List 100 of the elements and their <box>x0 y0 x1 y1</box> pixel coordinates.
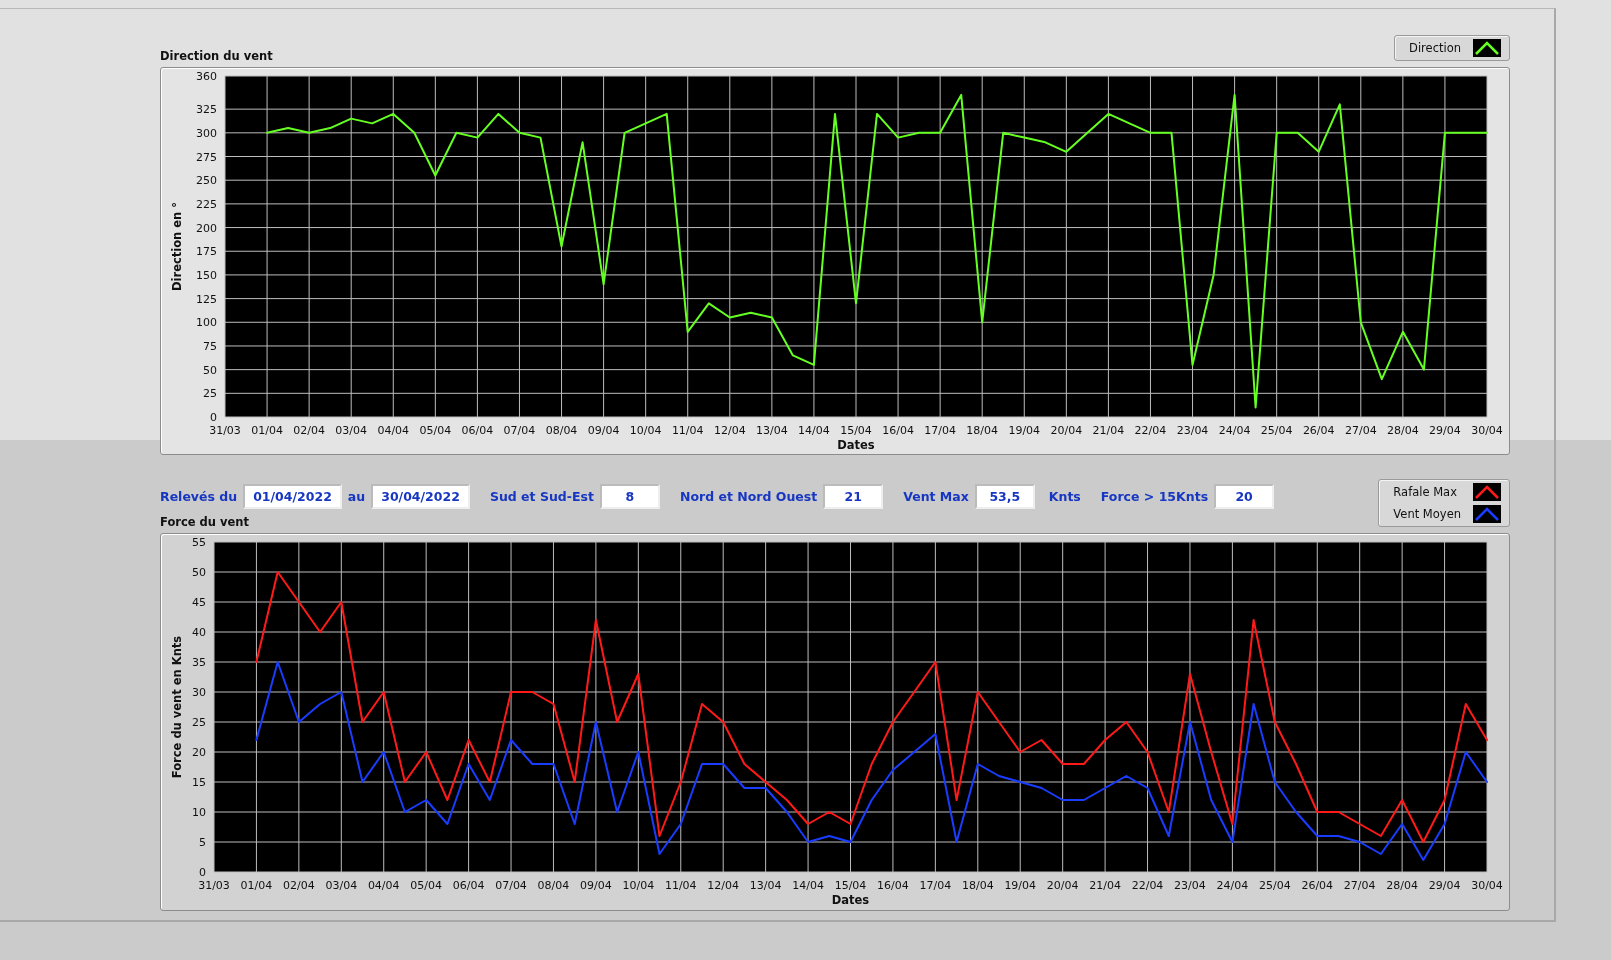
x-tick-label: 20/04 <box>1046 879 1079 892</box>
y-tick-label: 360 <box>196 70 217 83</box>
value-field[interactable]: 30/04/2022 <box>371 484 470 509</box>
x-tick-label: 25/04 <box>1260 424 1293 437</box>
unit-label: Knts <box>1048 489 1081 504</box>
y-tick-label: 125 <box>196 292 217 306</box>
x-tick-label: 13/04 <box>756 424 788 437</box>
x-tick-label: 15/04 <box>840 424 872 437</box>
plot-legend[interactable]: Direction <box>1394 35 1510 61</box>
y-tick-label: 150 <box>196 268 217 282</box>
field-label: Sud et Sud-Est <box>489 489 594 504</box>
x-tick-label: 15/04 <box>834 879 867 892</box>
y-tick-label: 50 <box>192 566 206 579</box>
x-tick-label: 25/04 <box>1259 879 1291 892</box>
x-tick-label: 26/04 <box>1302 424 1335 437</box>
value-field[interactable]: 8 <box>599 484 660 509</box>
value-field[interactable]: 20 <box>1214 484 1275 509</box>
x-tick-label: 17/04 <box>924 424 956 437</box>
axis-title: Direction en ° <box>170 202 184 291</box>
x-tick-label: 12/04 <box>713 424 746 437</box>
x-tick-label: 31/03 <box>198 879 230 892</box>
x-tick-label: 22/04 <box>1131 879 1164 892</box>
x-tick-label: 07/04 <box>503 424 536 437</box>
x-tick-label: 03/04 <box>325 879 358 892</box>
x-tick-label: 29/04 <box>1429 424 1461 437</box>
x-tick-label: 21/04 <box>1092 424 1125 437</box>
legend-label: Rafale Max <box>1393 485 1457 499</box>
y-tick-label: 30 <box>192 686 206 699</box>
y-tick-label: 50 <box>203 363 217 377</box>
y-tick-label: 75 <box>203 339 217 353</box>
axis-title: Force du vent en Knts <box>170 635 184 779</box>
x-tick-label: 01/04 <box>240 879 273 892</box>
x-tick-label: 08/04 <box>537 879 570 892</box>
x-tick-label: 21/04 <box>1089 879 1121 892</box>
field-label: Force > 15Knts <box>1100 489 1209 504</box>
x-tick-label: 10/04 <box>622 879 655 892</box>
plot-legend[interactable]: Rafale Max Vent Moyen <box>1378 479 1510 527</box>
x-tick-label: 19/04 <box>1008 424 1041 437</box>
axis-title: Dates <box>831 893 870 907</box>
y-tick-label: 250 <box>196 174 217 188</box>
x-tick-label: 03/04 <box>335 424 368 437</box>
x-tick-label: 05/04 <box>419 424 452 437</box>
x-tick-label: 31/03 <box>209 424 241 437</box>
y-tick-label: 5 <box>199 836 206 849</box>
x-tick-label: 12/04 <box>707 879 740 892</box>
x-tick-label: 11/04 <box>664 879 697 892</box>
y-tick-label: 325 <box>196 103 217 117</box>
x-tick-label: 18/04 <box>966 424 999 437</box>
x-tick-label: 09/04 <box>587 424 620 437</box>
field-label: Vent Max <box>903 489 969 504</box>
y-tick-label: 300 <box>196 126 217 140</box>
x-tick-label: 28/04 <box>1386 879 1418 892</box>
x-tick-label: 17/04 <box>919 879 952 892</box>
x-tick-label: 11/04 <box>671 424 704 437</box>
x-tick-label: 13/04 <box>749 879 782 892</box>
x-tick-label: 29/04 <box>1428 879 1461 892</box>
x-tick-label: 02/04 <box>293 424 325 437</box>
x-tick-label: 05/04 <box>410 879 442 892</box>
axis-title: Dates <box>837 438 875 452</box>
x-tick-label: 27/04 <box>1343 879 1376 892</box>
y-tick-label: 45 <box>192 596 206 609</box>
x-tick-label: 20/04 <box>1050 424 1083 437</box>
value-field[interactable]: 01/04/2022 <box>243 484 342 509</box>
x-tick-label: 24/04 <box>1218 424 1251 437</box>
x-tick-label: 26/04 <box>1301 879 1334 892</box>
x-tick-label: 02/04 <box>283 879 315 892</box>
field-label: Relevés du <box>160 489 238 504</box>
x-tick-label: 09/04 <box>580 879 612 892</box>
x-tick-label: 18/04 <box>961 879 994 892</box>
y-tick-label: 200 <box>196 221 217 235</box>
x-tick-label: 06/04 <box>461 424 494 437</box>
x-tick-label: 30/04 <box>1471 879 1503 892</box>
legend-label: Direction <box>1409 41 1461 55</box>
x-tick-label: 01/04 <box>251 424 283 437</box>
x-tick-label: 04/04 <box>377 424 410 437</box>
y-tick-label: 275 <box>196 150 217 164</box>
y-tick-label: 100 <box>196 316 217 330</box>
x-tick-label: 27/04 <box>1344 424 1377 437</box>
x-tick-label: 28/04 <box>1387 424 1419 437</box>
x-tick-label: 16/04 <box>877 879 909 892</box>
x-tick-label: 06/04 <box>452 879 485 892</box>
value-field[interactable]: 21 <box>823 484 884 509</box>
x-tick-label: 14/04 <box>792 879 824 892</box>
x-tick-label: 07/04 <box>495 879 527 892</box>
value-field[interactable]: 53,5 <box>974 484 1035 509</box>
x-tick-label: 16/04 <box>882 424 914 437</box>
x-tick-label: 23/04 <box>1176 424 1209 437</box>
y-tick-label: 40 <box>192 626 206 639</box>
y-tick-label: 225 <box>196 197 217 211</box>
x-tick-label: 08/04 <box>545 424 578 437</box>
y-tick-label: 35 <box>192 656 206 669</box>
y-tick-label: 25 <box>192 716 206 729</box>
y-tick-label: 55 <box>192 536 206 549</box>
field-label: au <box>347 489 366 504</box>
x-tick-label: 10/04 <box>629 424 662 437</box>
y-tick-label: 10 <box>192 806 206 819</box>
y-tick-label: 25 <box>203 387 217 401</box>
y-tick-label: 15 <box>192 776 206 789</box>
chart-title: Force du vent <box>160 515 250 531</box>
x-tick-label: 30/04 <box>1471 424 1503 437</box>
